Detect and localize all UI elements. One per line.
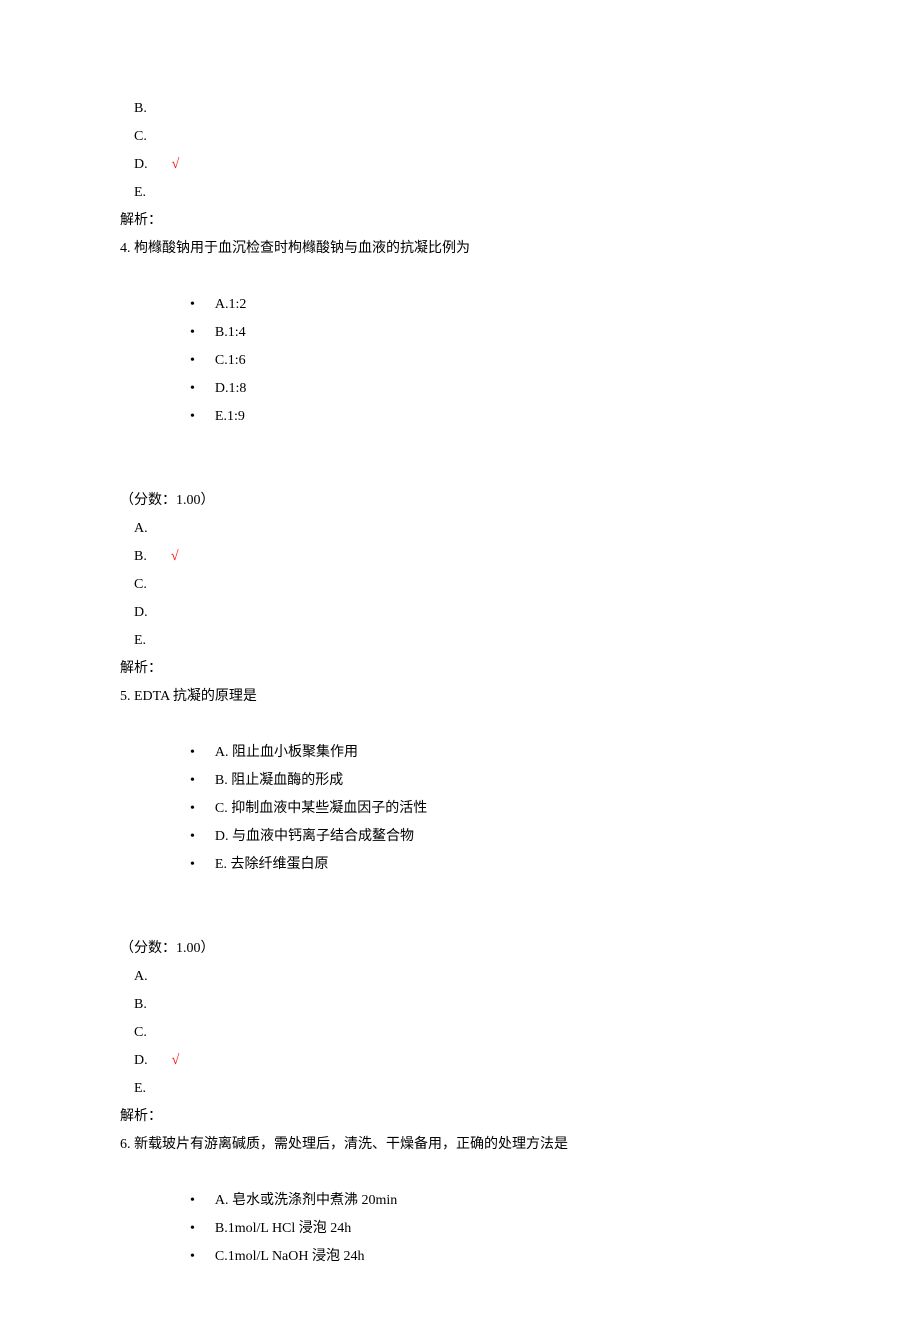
option-e: E.1:9 xyxy=(190,403,800,431)
answer-line-a: A. xyxy=(134,515,800,543)
option-text: B.1mol/L HCl 浸泡 24h xyxy=(215,1221,351,1236)
check-icon: √ xyxy=(172,1053,180,1068)
option-text: C.1:6 xyxy=(215,353,246,368)
answer-line-a: A. xyxy=(134,963,800,991)
spacer xyxy=(120,711,800,739)
answer-label: C. xyxy=(134,1025,147,1040)
check-icon: √ xyxy=(172,157,180,172)
answer-line-b: B. xyxy=(134,95,800,123)
option-text: D.1:8 xyxy=(215,381,247,396)
spacer xyxy=(120,459,800,487)
spacer xyxy=(120,263,800,291)
option-text: B. 阻止凝血酶的形成 xyxy=(215,773,343,788)
option-text: E. 去除纤维蛋白原 xyxy=(215,857,329,872)
answer-label: B. xyxy=(134,101,147,116)
spacer xyxy=(120,431,800,459)
option-text: C.1mol/L NaOH 浸泡 24h xyxy=(215,1249,365,1264)
answer-label: D. xyxy=(134,1053,148,1068)
option-a: A. 阻止血小板聚集作用 xyxy=(190,739,800,767)
answer-label: E. xyxy=(134,1081,146,1096)
option-list: A. 皂水或洗涤剂中煮沸 20min B.1mol/L HCl 浸泡 24h C… xyxy=(190,1187,800,1271)
option-d: D. 与血液中钙离子结合成鳌合物 xyxy=(190,823,800,851)
analysis-label: 解析： xyxy=(120,1103,800,1131)
answer-line-e: E. xyxy=(134,1075,800,1103)
option-text: A.1:2 xyxy=(215,297,247,312)
answer-label: A. xyxy=(134,969,148,984)
answer-line-d: D. xyxy=(134,599,800,627)
option-list: A.1:2 B.1:4 C.1:6 D.1:8 E.1:9 xyxy=(190,291,800,431)
analysis-label: 解析： xyxy=(120,207,800,235)
spacer xyxy=(120,1159,800,1187)
option-d: D.1:8 xyxy=(190,375,800,403)
option-c: C.1:6 xyxy=(190,347,800,375)
option-list: A. 阻止血小板聚集作用 B. 阻止凝血酶的形成 C. 抑制血液中某些凝血因子的… xyxy=(190,739,800,879)
option-b: B.1:4 xyxy=(190,319,800,347)
answer-line-c: C. xyxy=(134,123,800,151)
option-c: C. 抑制血液中某些凝血因子的活性 xyxy=(190,795,800,823)
question-stem: 6. 新载玻片有游离碱质，需处理后，清洗、干燥备用，正确的处理方法是 xyxy=(120,1131,800,1159)
answer-line-e: E. xyxy=(134,627,800,655)
option-text: B.1:4 xyxy=(215,325,246,340)
option-text: A. 皂水或洗涤剂中煮沸 20min xyxy=(215,1193,397,1208)
option-text: A. 阻止血小板聚集作用 xyxy=(215,745,358,760)
answer-label: C. xyxy=(134,129,147,144)
spacer xyxy=(120,879,800,907)
answer-label: D. xyxy=(134,157,148,172)
answer-label: B. xyxy=(134,549,147,564)
answer-line-b: B. xyxy=(134,991,800,1019)
score-label: （分数：1.00） xyxy=(120,487,800,515)
option-text: D. 与血液中钙离子结合成鳌合物 xyxy=(215,829,414,844)
analysis-label: 解析： xyxy=(120,655,800,683)
option-e: E. 去除纤维蛋白原 xyxy=(190,851,800,879)
answer-label: A. xyxy=(134,521,148,536)
option-text: C. 抑制血液中某些凝血因子的活性 xyxy=(215,801,427,816)
answer-line-b: B. √ xyxy=(134,543,800,571)
answer-label: D. xyxy=(134,605,148,620)
answer-line-c: C. xyxy=(134,571,800,599)
document-page: B. C. D. √ E. 解析： 4. 枸橼酸钠用于血沉检查时枸橼酸钠与血液的抗… xyxy=(0,0,920,1331)
option-a: A.1:2 xyxy=(190,291,800,319)
answer-label: B. xyxy=(134,997,147,1012)
option-c: C.1mol/L NaOH 浸泡 24h xyxy=(190,1243,800,1271)
answer-line-e: E. xyxy=(134,179,800,207)
option-b: B.1mol/L HCl 浸泡 24h xyxy=(190,1215,800,1243)
score-label: （分数：1.00） xyxy=(120,935,800,963)
spacer xyxy=(120,907,800,935)
answer-line-d: D. √ xyxy=(134,151,800,179)
answer-line-c: C. xyxy=(134,1019,800,1047)
check-icon: √ xyxy=(171,549,179,564)
question-stem: 5. EDTA 抗凝的原理是 xyxy=(120,683,800,711)
answer-line-d: D. √ xyxy=(134,1047,800,1075)
option-b: B. 阻止凝血酶的形成 xyxy=(190,767,800,795)
question-stem: 4. 枸橼酸钠用于血沉检查时枸橼酸钠与血液的抗凝比例为 xyxy=(120,235,800,263)
answer-label: C. xyxy=(134,577,147,592)
answer-label: E. xyxy=(134,633,146,648)
answer-label: E. xyxy=(134,185,146,200)
option-a: A. 皂水或洗涤剂中煮沸 20min xyxy=(190,1187,800,1215)
option-text: E.1:9 xyxy=(215,409,245,424)
